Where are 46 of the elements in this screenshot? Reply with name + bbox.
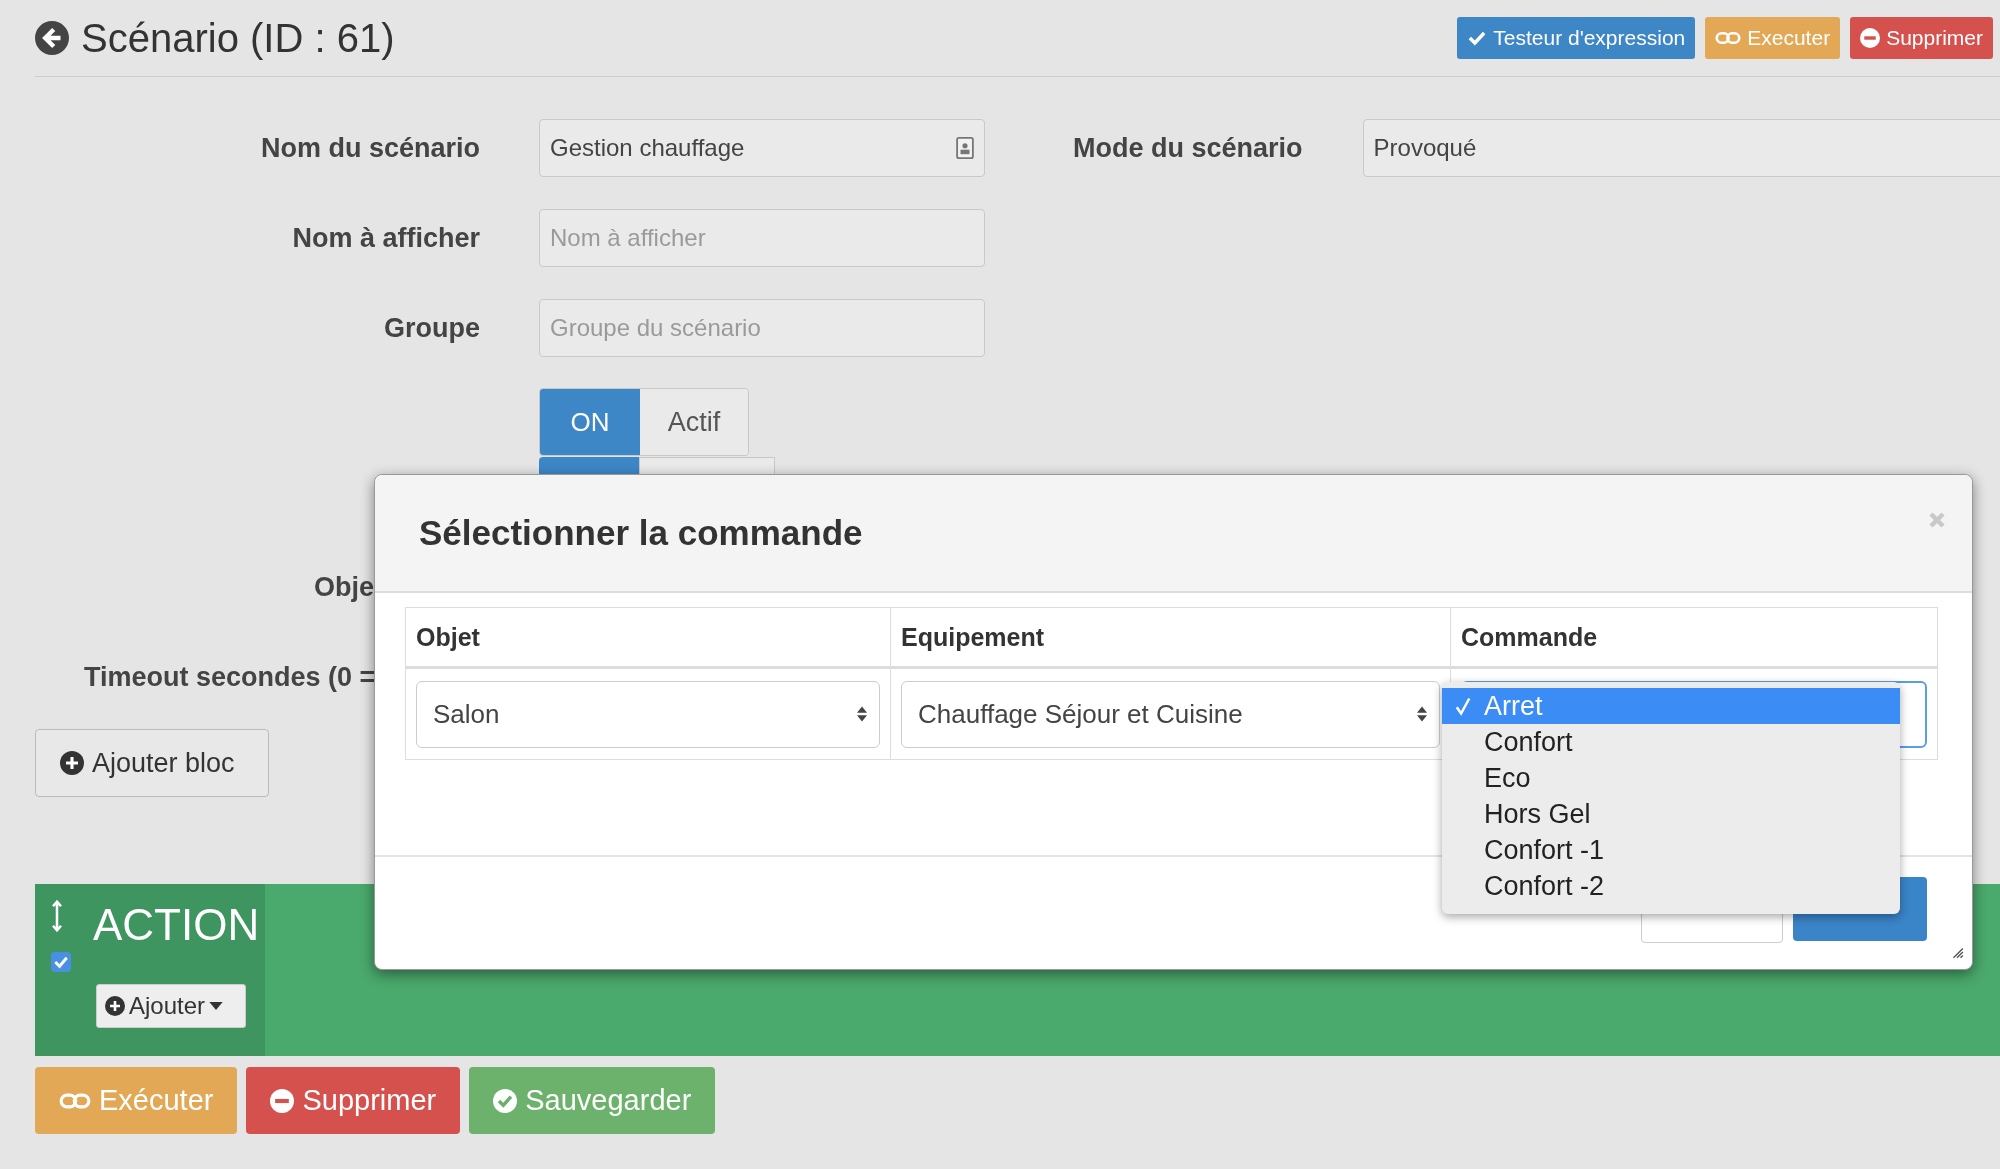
toolbar-button[interactable]: Supprimer xyxy=(1850,17,1993,59)
field-label: Groupe xyxy=(383,312,480,344)
field-label: Nom à afficher xyxy=(291,222,480,254)
toggle-label: Actif xyxy=(640,389,748,455)
minus-circle-icon xyxy=(270,1088,295,1113)
checkbox[interactable] xyxy=(51,952,71,972)
object-select[interactable]: Salon xyxy=(416,680,880,748)
equipment-select[interactable]: Chauffage Séjour et Cuisine xyxy=(901,680,1440,748)
link-icon xyxy=(59,1091,91,1110)
display-name-field[interactable]: Nom à afficher xyxy=(539,209,985,267)
group-field[interactable]: Groupe du scénario xyxy=(539,299,985,357)
select-arrows-icon xyxy=(1417,705,1427,723)
field-label: Mode du scénario xyxy=(1073,132,1303,164)
name-field[interactable]: Gestion chauffage xyxy=(539,119,985,177)
dropdown-option[interactable]: Confort -1 xyxy=(1442,832,1900,868)
caret-icon xyxy=(209,1002,224,1010)
dropdown-option[interactable]: Hors Gel xyxy=(1442,796,1900,832)
field-label: Timeout secondes (0 = xyxy=(83,661,377,693)
mode-field[interactable]: Provoqué xyxy=(1362,119,2000,177)
column-header: Commande xyxy=(1460,621,1599,653)
contact-card-icon xyxy=(956,136,974,160)
select-arrows-icon xyxy=(857,705,867,723)
dropdown-option[interactable]: Eco xyxy=(1442,760,1900,796)
dropdown-option[interactable]: Confort -2 xyxy=(1442,868,1900,904)
dropdown-option[interactable]: Confort xyxy=(1442,724,1900,760)
back-icon[interactable] xyxy=(35,21,69,55)
field-label: Obje xyxy=(313,571,374,603)
add-dropdown-button[interactable]: Ajouter xyxy=(96,984,246,1028)
link-icon xyxy=(1715,30,1742,46)
resize-grip-icon[interactable] xyxy=(1950,945,1964,959)
minus-circle-icon xyxy=(1860,28,1881,48)
plus-circle-icon xyxy=(60,751,84,775)
column-header: Equipement xyxy=(891,608,1451,666)
drag-icon[interactable] xyxy=(51,900,63,932)
check-icon xyxy=(1454,696,1472,716)
footer-button[interactable]: Supprimer xyxy=(246,1067,461,1134)
plus-circle-icon xyxy=(105,996,125,1016)
toggle-switch[interactable]: ON xyxy=(540,389,640,455)
field-label: Nom du scénario xyxy=(259,132,480,164)
add-block-button[interactable]: Ajouter bloc xyxy=(35,729,269,797)
action-title: ACTION xyxy=(93,900,260,950)
toolbar-button[interactable]: Testeur d'expression xyxy=(1457,17,1696,59)
dialog-title: Sélectionner la commande xyxy=(419,513,863,553)
check-circle-icon xyxy=(493,1088,518,1113)
column-header: Objet xyxy=(406,608,891,666)
page-title: Scénario (ID : 61) xyxy=(81,15,395,61)
